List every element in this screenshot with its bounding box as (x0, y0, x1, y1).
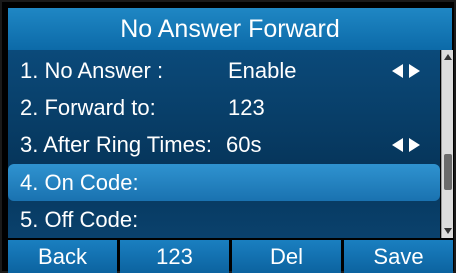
on-code-label: 4. On Code: (20, 169, 139, 195)
list-item-forward-to[interactable]: 2. Forward to: 123 (8, 89, 440, 126)
forward-to-label: 2. Forward to: (20, 94, 156, 120)
list-item-on-code[interactable]: 4. On Code: (8, 164, 440, 201)
after-ring-times-label: 3. After Ring Times: (20, 131, 212, 157)
delete-button[interactable]: Del (232, 240, 341, 273)
scroll-up-icon[interactable] (444, 54, 452, 60)
softkey-bar: Back 123 Del Save (8, 240, 453, 273)
arrow-left-icon[interactable] (392, 64, 403, 78)
back-button[interactable]: Back (8, 240, 117, 273)
list-item-no-answer[interactable]: 1. No Answer : Enable (8, 52, 440, 89)
no-answer-arrows[interactable] (392, 64, 420, 78)
off-code-label: 5. Off Code: (20, 206, 139, 232)
arrow-right-icon[interactable] (409, 138, 420, 152)
screen-title-text: No Answer Forward (120, 14, 340, 43)
arrow-right-icon[interactable] (409, 64, 420, 78)
after-ring-times-value: 60s (226, 131, 262, 157)
scrollbar[interactable] (441, 50, 453, 238)
scroll-thumb[interactable] (444, 154, 452, 190)
screen-title: No Answer Forward (8, 8, 452, 50)
save-button[interactable]: Save (344, 240, 453, 273)
after-ring-times-arrows[interactable] (392, 138, 420, 152)
input-mode-button[interactable]: 123 (120, 240, 229, 273)
phone-screen: No Answer Forward 1. No Answer : Enable … (0, 0, 456, 273)
arrow-left-icon[interactable] (392, 138, 403, 152)
forward-to-value: 123 (228, 94, 265, 120)
settings-list: 1. No Answer : Enable 2. Forward to: 123… (8, 50, 440, 238)
list-item-off-code[interactable]: 5. Off Code: (8, 201, 440, 238)
list-item-after-ring-times[interactable]: 3. After Ring Times: 60s (8, 126, 440, 163)
no-answer-label: 1. No Answer : (20, 57, 164, 83)
no-answer-value: Enable (228, 57, 297, 83)
scroll-down-icon[interactable] (444, 228, 452, 234)
